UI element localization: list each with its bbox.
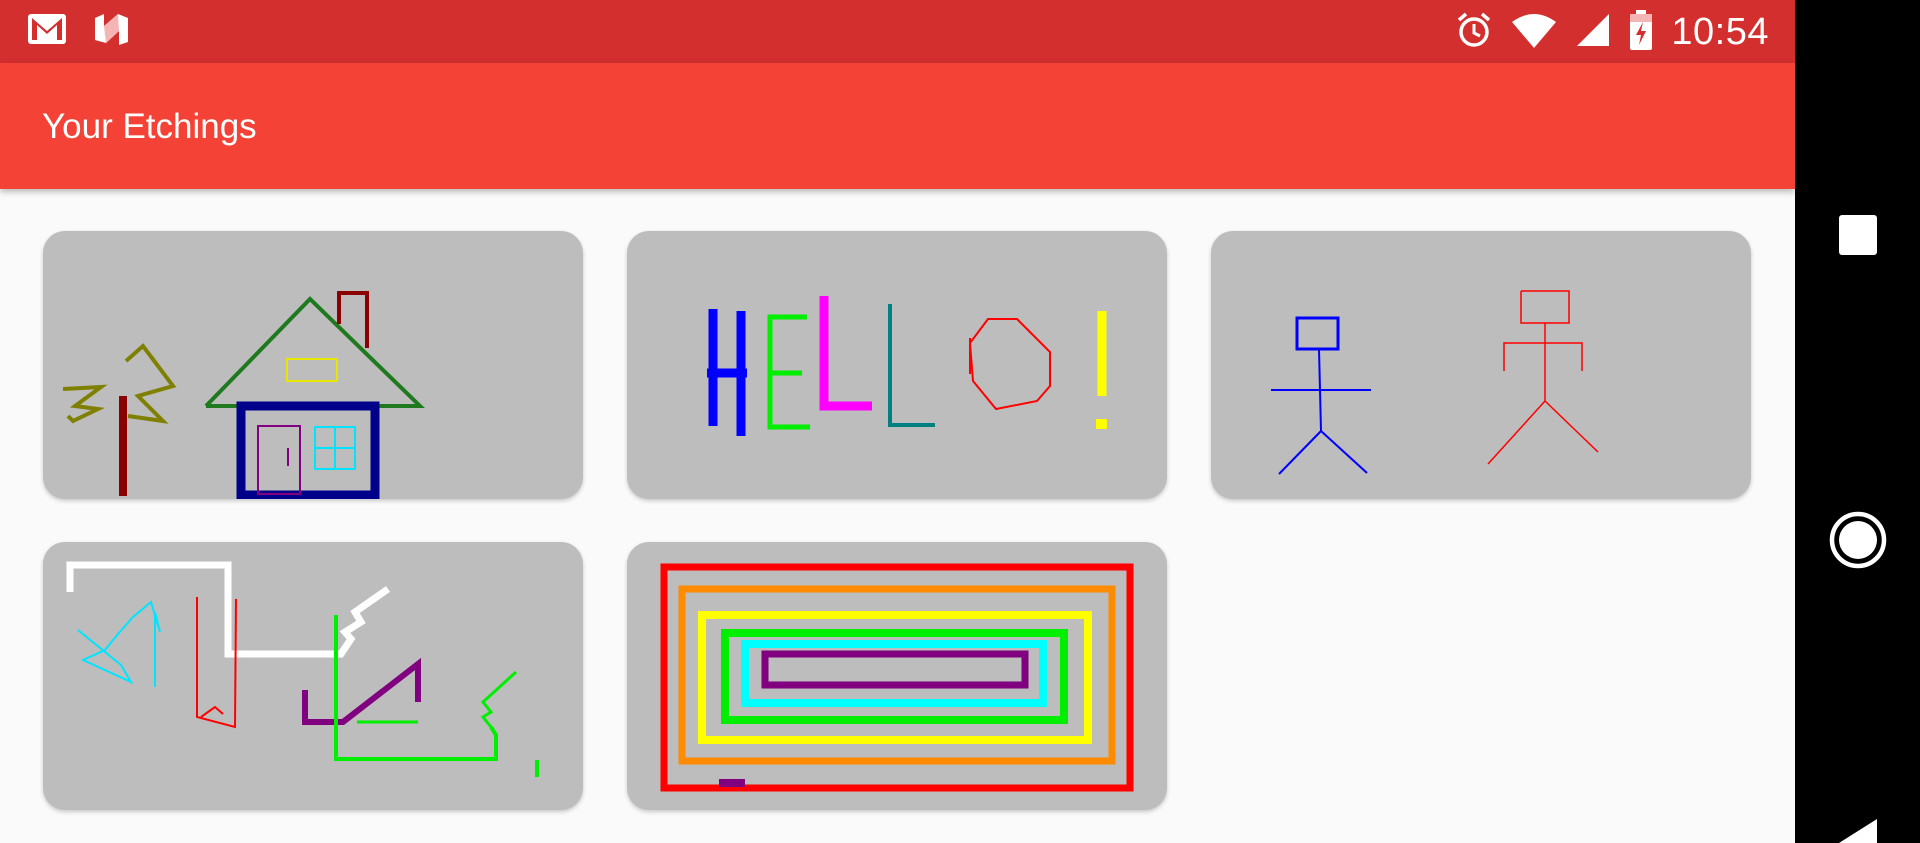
etchings-grid xyxy=(0,189,1795,843)
status-bar: 10:54 xyxy=(0,0,1795,63)
alarm-icon xyxy=(1455,11,1493,54)
abstract-lines-etching xyxy=(66,561,539,777)
gmail-icon xyxy=(26,12,68,51)
nested-rectangles-etching xyxy=(660,563,1134,792)
page-title: Your Etchings xyxy=(42,107,257,146)
app-bar: Your Etchings xyxy=(0,63,1795,189)
stick-figures-etching xyxy=(1271,290,1599,475)
home-icon xyxy=(1829,511,1886,569)
recents-button[interactable] xyxy=(1795,214,1920,256)
back-button[interactable] xyxy=(1795,815,1920,843)
cell-signal-icon xyxy=(1575,12,1611,53)
recents-icon xyxy=(1838,215,1877,255)
battery-charging-icon xyxy=(1629,10,1653,55)
house-and-tree-etching xyxy=(62,291,425,499)
home-button[interactable] xyxy=(1795,510,1920,570)
etching-card-stick-figures[interactable] xyxy=(1211,231,1751,499)
hello-text-etching xyxy=(707,296,1107,436)
etching-card-rectangles[interactable] xyxy=(627,542,1167,810)
etching-card-hello[interactable] xyxy=(627,231,1167,499)
etching-card-house[interactable] xyxy=(43,231,583,499)
etching-card-abstract[interactable] xyxy=(43,542,583,810)
back-icon xyxy=(1838,819,1877,843)
n-notification-icon xyxy=(92,12,132,51)
navigation-bar xyxy=(1795,0,1920,843)
status-clock: 10:54 xyxy=(1671,11,1769,53)
wifi-icon xyxy=(1511,12,1557,53)
